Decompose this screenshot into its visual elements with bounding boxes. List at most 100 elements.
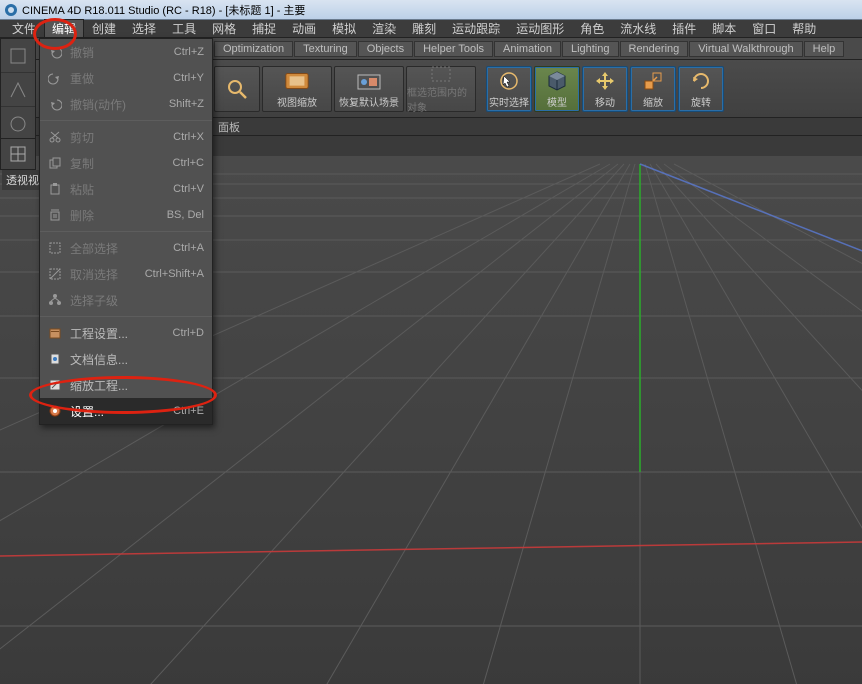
mode-tab-rendering[interactable]: Rendering [620,41,689,57]
menu-item-shortcut: Shift+Z [169,98,204,110]
menu-运动图形[interactable]: 运动图形 [508,19,572,38]
app-icon [4,3,18,17]
viewport-panel-label: 面板 [214,119,244,135]
menu-item-label: 剪切 [70,129,173,146]
scene-icon [356,68,382,94]
menu-item-label: 缩放工程... [70,377,204,394]
move-tool-button[interactable]: 移动 [582,66,628,112]
deselect-icon [46,265,64,283]
menu-separator [40,316,212,317]
tool-slot-2[interactable] [1,73,35,107]
grid-icon[interactable] [1,139,35,169]
menu-item-shortcut: Ctrl+Y [173,72,204,84]
menu-item-cut: 剪切Ctrl+X [40,124,212,150]
menu-item-scale-project[interactable]: 缩放工程... [40,372,212,398]
project-settings-icon [46,324,64,342]
live-select-label: 实时选择 [489,94,529,109]
tool-slot-1[interactable] [1,39,35,73]
menu-角色[interactable]: 角色 [572,19,612,38]
select-children-icon [46,291,64,309]
menu-选择[interactable]: 选择 [124,19,164,38]
menu-item-select-all: 全部选择Ctrl+A [40,235,212,261]
menu-item-shortcut: Ctrl+V [173,183,204,195]
scale-tool-label: 缩放 [643,94,663,109]
menu-item-delete: 删除BS, Del [40,202,212,228]
menu-网格[interactable]: 网格 [204,19,244,38]
menu-模拟[interactable]: 模拟 [324,19,364,38]
live-select-button[interactable]: 实时选择 [486,66,532,112]
reset-view-button[interactable]: 视图缩放 [262,66,332,112]
undo-action-icon [46,95,64,113]
menu-item-label: 删除 [70,207,167,224]
menu-流水线[interactable]: 流水线 [612,19,664,38]
mode-tab-animation[interactable]: Animation [494,41,561,57]
menu-脚本[interactable]: 脚本 [704,19,744,38]
menu-工具[interactable]: 工具 [164,19,204,38]
paste-icon [46,180,64,198]
menu-创建[interactable]: 创建 [84,19,124,38]
menu-item-label: 撤销 [70,44,174,61]
frame-selection-label: 框选范围内的对象 [407,84,475,114]
menu-编辑[interactable]: 编辑 [44,19,84,38]
menu-动画[interactable]: 动画 [284,19,324,38]
menu-item-shortcut: BS, Del [167,209,204,221]
menu-渲染[interactable]: 渲染 [364,19,404,38]
model-mode-label: 模型 [547,94,567,109]
delete-icon [46,206,64,224]
mode-tab-texturing[interactable]: Texturing [294,41,357,57]
menu-插件[interactable]: 插件 [664,19,704,38]
zoom-tool-button[interactable] [214,66,260,112]
target-icon [428,64,454,84]
rotate-tool-button[interactable]: 旋转 [678,66,724,112]
view-label-strip [0,138,36,170]
move-tool-label: 移动 [595,94,615,109]
menu-item-shortcut: Ctrl+C [173,157,204,169]
tool-slot-3[interactable] [1,107,35,141]
menu-item-label: 撤销(动作) [70,96,169,113]
menu-item-undo: 撤销Ctrl+Z [40,39,212,65]
menu-窗口[interactable]: 窗口 [744,19,784,38]
menu-item-shortcut: Ctrl+Z [174,46,204,58]
model-mode-button[interactable]: 模型 [534,66,580,112]
menu-捕捉[interactable]: 捕捉 [244,19,284,38]
window-title-bar: CINEMA 4D R18.011 Studio (RC - R18) - [未… [0,0,862,20]
menu-item-undo-action: 撤销(动作)Shift+Z [40,91,212,117]
mode-tab-help[interactable]: Help [804,41,845,57]
menu-item-shortcut: Ctrl+D [173,327,204,339]
mode-tab-virtual-walkthrough[interactable]: Virtual Walkthrough [689,41,802,57]
menu-item-label: 工程设置... [70,325,173,342]
menu-item-shortcut: Ctrl+Shift+A [145,268,204,280]
frame-icon [284,68,310,94]
rotate-icon [688,68,714,94]
menu-item-label: 全部选择 [70,240,173,257]
copy-icon [46,154,64,172]
menu-帮助[interactable]: 帮助 [784,19,824,38]
edit-menu-dropdown: 撤销Ctrl+Z重做Ctrl+Y撤销(动作)Shift+Z剪切Ctrl+X复制C… [39,38,213,425]
undo-icon [46,43,64,61]
preferences-icon [46,402,64,420]
menu-item-preferences[interactable]: 设置...Ctrl+E [40,398,212,424]
restore-scene-button[interactable]: 恢复默认场景 [334,66,404,112]
viewport-name: 透视视 [2,170,43,190]
menu-文件[interactable]: 文件 [4,19,44,38]
menu-item-label: 选择子级 [70,292,204,309]
menu-雕刻[interactable]: 雕刻 [404,19,444,38]
menu-item-project-settings[interactable]: 工程设置...Ctrl+D [40,320,212,346]
magnifier-icon [224,76,250,102]
scale-icon [640,68,666,94]
select-all-icon [46,239,64,257]
frame-selection-button: 框选范围内的对象 [406,66,476,112]
menu-运动跟踪[interactable]: 运动跟踪 [444,19,508,38]
rotate-tool-label: 旋转 [691,94,711,109]
mode-tab-helper-tools[interactable]: Helper Tools [414,41,493,57]
cursor-icon [496,68,522,94]
redo-icon [46,69,64,87]
mode-tab-lighting[interactable]: Lighting [562,41,619,57]
scale-tool-button[interactable]: 缩放 [630,66,676,112]
menu-item-paste: 粘贴Ctrl+V [40,176,212,202]
menu-item-redo: 重做Ctrl+Y [40,65,212,91]
mode-tab-objects[interactable]: Objects [358,41,413,57]
mode-tab-optimization[interactable]: Optimization [214,41,293,57]
menu-item-doc-info[interactable]: 文档信息... [40,346,212,372]
menu-bar: 文件编辑创建选择工具网格捕捉动画模拟渲染雕刻运动跟踪运动图形角色流水线插件脚本窗… [0,20,862,38]
